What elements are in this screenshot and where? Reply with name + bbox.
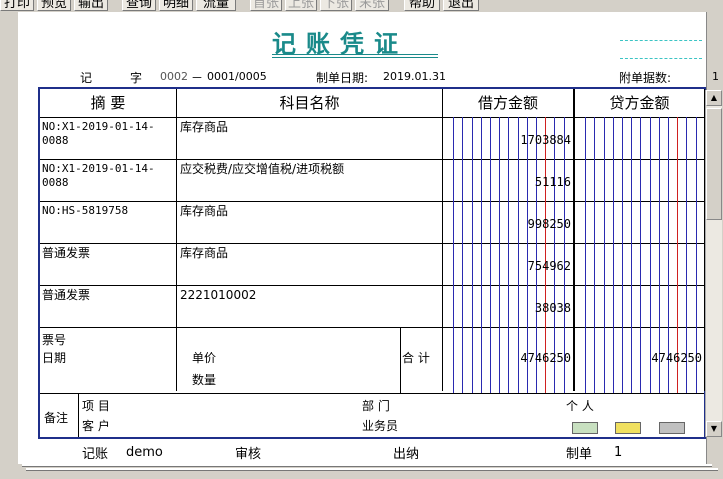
entry-summary[interactable]: NO:HS-5819758 <box>42 204 174 218</box>
entry-account[interactable]: 库存商品 <box>180 246 228 260</box>
paper-shadow <box>22 464 712 467</box>
date-label: 制单日期: <box>316 71 369 85</box>
help-button[interactable]: 帮助 <box>404 0 440 11</box>
notes-icon[interactable] <box>572 422 598 434</box>
staff-label: 业务员 <box>362 419 399 433</box>
decor-dash <box>620 58 702 59</box>
col-divider <box>442 89 443 391</box>
entry-account[interactable]: 应交税费/应交增值税/进项税额 <box>180 162 344 176</box>
entry-debit[interactable]: 754962 <box>444 259 571 273</box>
voucher-number[interactable]: 0001/0005 <box>207 70 267 83</box>
query-button[interactable]: 查询 <box>122 0 156 11</box>
title-underline <box>272 54 438 55</box>
toolbar: 打印 预览 输出 查询 明细 流量 首张 上张 下张 末张 帮助 退出 <box>0 0 723 12</box>
summary-header: 摘 要 <box>90 94 126 112</box>
first-button[interactable]: 首张 <box>250 0 282 11</box>
entry-debit[interactable]: 1703884 <box>444 133 571 147</box>
entry-debit[interactable]: 998250 <box>444 217 571 231</box>
last-button[interactable]: 末张 <box>355 0 389 11</box>
maker-label: 制单 <box>566 447 593 462</box>
customer-label: 客 户 <box>82 419 110 433</box>
voucher-type-code: 0002 <box>160 70 188 83</box>
debit-total: 4746250 <box>520 351 571 365</box>
credit-header: 贷方金额 <box>609 94 670 112</box>
attach-label: 附单据数: <box>619 71 672 85</box>
credit-total: 4746250 <box>651 351 702 365</box>
col-divider <box>176 89 177 391</box>
row-divider <box>40 393 704 394</box>
detail-button[interactable]: 明细 <box>159 0 193 11</box>
bookkeeper-value: demo <box>126 445 163 460</box>
entry-summary[interactable]: NO:X1-2019-01-14-0088 <box>42 120 174 148</box>
exit-button[interactable]: 退出 <box>443 0 479 11</box>
card-icon[interactable] <box>615 422 641 434</box>
ticket-label: 票号 <box>42 333 67 347</box>
price-label: 单价 <box>192 351 217 365</box>
entry-summary[interactable]: 普通发票 <box>42 288 90 302</box>
entry-debit[interactable]: 38038 <box>444 301 571 315</box>
voucher-type-char[interactable]: 记 <box>80 69 92 86</box>
scroll-thumb[interactable] <box>706 108 722 220</box>
print-button[interactable]: 打印 <box>0 0 34 11</box>
col-divider <box>573 89 575 391</box>
account-header: 科目名称 <box>279 94 340 112</box>
entry-summary[interactable]: 普通发票 <box>42 246 90 260</box>
entry-summary[interactable]: NO:X1-2019-01-14-0088 <box>42 162 174 190</box>
prev-button[interactable]: 上张 <box>285 0 317 11</box>
vertical-scrollbar[interactable]: ▲ ▼ <box>705 90 722 437</box>
qty-label: 数量 <box>192 373 217 387</box>
voucher-dash: － <box>191 71 204 85</box>
total-label: 合 计 <box>402 351 430 365</box>
voucher-table: 摘 要 科目名称 借方金额 贷方金额 NO:X1-2019-01-14-0088… <box>38 87 706 439</box>
person-label: 个 人 <box>566 399 594 413</box>
bookkeeper-label: 记账 <box>82 447 109 462</box>
attach-value[interactable]: 1 <box>712 70 719 83</box>
flow-button[interactable]: 流量 <box>196 0 236 11</box>
next-button[interactable]: 下张 <box>320 0 352 11</box>
audit-label: 审核 <box>235 447 262 462</box>
preview-button[interactable]: 预览 <box>37 0 71 11</box>
entry-account[interactable]: 库存商品 <box>180 120 228 134</box>
entry-account[interactable]: 2221010002 <box>180 288 256 302</box>
entry-debit[interactable]: 51116 <box>444 175 571 189</box>
title-underline <box>272 57 438 58</box>
decor-dash <box>620 40 702 41</box>
total-divider <box>400 327 401 393</box>
scroll-up-icon[interactable]: ▲ <box>706 90 722 106</box>
maker-value: 1 <box>614 445 623 460</box>
date-label-bottom: 日期 <box>42 351 67 365</box>
notes-divider <box>78 393 79 437</box>
project-label: 项 目 <box>82 399 110 413</box>
paper-shadow <box>26 468 718 471</box>
date-value[interactable]: 2019.01.31 <box>383 70 446 83</box>
dept-label: 部 门 <box>362 399 390 413</box>
export-button[interactable]: 输出 <box>74 0 108 11</box>
notes-label: 备注 <box>44 411 69 425</box>
entry-account[interactable]: 库存商品 <box>180 204 228 218</box>
tools-icon[interactable] <box>659 422 685 434</box>
debit-header: 借方金额 <box>477 94 538 112</box>
scroll-down-icon[interactable]: ▼ <box>706 421 722 437</box>
zi-label: 字 <box>130 71 143 85</box>
cashier-label: 出纳 <box>393 447 420 462</box>
